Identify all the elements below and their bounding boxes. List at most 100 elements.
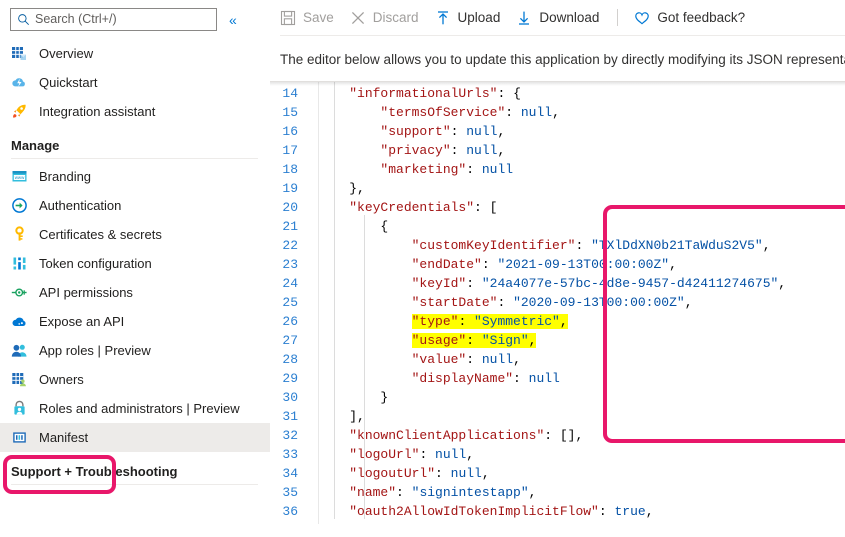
code-line[interactable]: 25 "startDate": "2020-09-13T00:00:00Z", [270, 293, 845, 312]
code-line[interactable]: 32 "knownClientApplications": [], [270, 426, 845, 445]
cloud-lightning-icon [12, 78, 25, 87]
line-number: 14 [282, 86, 298, 101]
azure-portal-blade: Search (Ctrl+/) « Overview Quickstart In… [0, 0, 845, 537]
got-feedback-button-label: Got feedback? [657, 9, 746, 25]
discard-button[interactable]: Discard [350, 10, 419, 26]
code-line[interactable]: 30 } [270, 388, 845, 407]
code-text: "logoutUrl": null, [349, 466, 490, 481]
sidebar-item-quickstart[interactable]: Quickstart [0, 68, 270, 97]
sidebar-group-support-troubleshooting: Support + Troubleshooting [11, 464, 178, 479]
code-line[interactable]: 34 "logoutUrl": null, [270, 464, 845, 483]
code-text: "support": null, [380, 124, 506, 139]
code-line[interactable]: 23 "endDate": "2021-09-13T00:00:00Z", [270, 255, 845, 274]
code-line[interactable]: 21 { [270, 217, 845, 236]
sidebar-item-overview[interactable]: Overview [0, 39, 270, 68]
code-line[interactable]: 28 "value": null, [270, 350, 845, 369]
sidebar-item-authentication[interactable]: Authentication [0, 191, 270, 220]
got-feedback-button[interactable]: Got feedback? [634, 10, 745, 26]
code-text: "endDate": "2021-09-13T00:00:00Z", [411, 257, 677, 272]
grid-overview-icon [12, 47, 26, 60]
code-text: "keyCredentials": [ [349, 200, 498, 215]
rocket-icon [13, 104, 26, 118]
sidebar-item-label: Certificates & secrets [39, 227, 162, 242]
lock-person-icon [14, 400, 25, 415]
save-disk-icon [280, 10, 296, 25]
sidebar-item-label: Manifest [39, 430, 89, 445]
code-line[interactable]: 22 "customKeyIdentifier": "TXlDdXN0b21Ta… [270, 236, 845, 255]
line-number: 17 [282, 143, 298, 158]
code-line[interactable]: 15 "termsOfService": null, [270, 103, 845, 122]
line-number: 21 [282, 219, 298, 234]
sidebar-item-roles-and-administrators[interactable]: Roles and administrators | Preview [0, 394, 270, 423]
code-line[interactable]: 35 "name": "signintestapp", [270, 483, 845, 502]
api-plug-icon [11, 288, 27, 297]
code-text: "name": "signintestapp", [349, 485, 537, 500]
code-text: "startDate": "2020-09-13T00:00:00Z", [411, 295, 693, 310]
indent-guide [364, 215, 365, 519]
editor-code-area[interactable]: 14 "informationalUrls": {15 "termsOfServ… [270, 82, 845, 521]
sidebar-divider [11, 484, 258, 485]
line-number: 28 [282, 352, 298, 367]
code-line[interactable]: 26 "type": "Symmetric", [270, 312, 845, 331]
sidebar-item-manifest[interactable]: Manifest [0, 423, 270, 452]
search-input[interactable]: Search (Ctrl+/) [10, 8, 217, 31]
save-button[interactable]: Save [280, 10, 334, 26]
heart-icon [635, 11, 650, 24]
code-text: "marketing": null [380, 162, 514, 177]
sidebar-item-integration-assistant[interactable]: Integration assistant [0, 97, 270, 126]
line-number: 27 [282, 333, 298, 348]
code-line[interactable]: 29 "displayName": null [270, 369, 845, 388]
download-button[interactable]: Download [516, 10, 599, 26]
sidebar-divider [11, 158, 258, 159]
code-line[interactable]: 19 }, [270, 179, 845, 198]
code-text: "type": "Symmetric", [411, 314, 568, 329]
line-number: 24 [282, 276, 298, 291]
sidebar-item-token-configuration[interactable]: Token configuration [0, 249, 270, 278]
sidebar-group-manage: Manage [11, 138, 60, 153]
code-line[interactable]: 14 "informationalUrls": { [270, 84, 845, 103]
json-editor[interactable]: 14 "informationalUrls": {15 "termsOfServ… [270, 81, 845, 524]
sidebar-item-expose-an-api[interactable]: Expose an API [0, 307, 270, 336]
code-text: "privacy": null, [380, 143, 506, 158]
line-number: 34 [282, 466, 298, 481]
code-text: "usage": "Sign", [411, 333, 537, 348]
collapse-pane-button[interactable]: « [229, 13, 237, 27]
code-line[interactable]: 31 ], [270, 407, 845, 426]
line-number: 22 [282, 238, 298, 253]
sidebar-item-owners[interactable]: Owners [0, 365, 270, 394]
blade-description: The editor below allows you to update th… [280, 52, 845, 67]
code-line[interactable]: 18 "marketing": null [270, 160, 845, 179]
code-text: "termsOfService": null, [380, 105, 560, 120]
sidebar-item-app-roles[interactable]: App roles | Preview [0, 336, 270, 365]
sliders-icon [12, 257, 27, 270]
code-text: "customKeyIdentifier": "TXlDdXN0b21TaWdu… [411, 238, 771, 253]
code-text: { [380, 219, 389, 234]
sidebar-item-label: Overview [39, 46, 94, 61]
code-line[interactable]: 33 "logoUrl": null, [270, 445, 845, 464]
line-number: 35 [282, 485, 298, 500]
upload-button[interactable]: Upload [435, 10, 500, 26]
sidebar-item-certificates-secrets[interactable]: Certificates & secrets [0, 220, 270, 249]
code-line[interactable]: 24 "keyId": "24a4077e-57bc-4d8e-9457-d42… [270, 274, 845, 293]
code-line[interactable]: 20 "keyCredentials": [ [270, 198, 845, 217]
manifest-blade-content: Save Discard Upload Download Got feedbac… [270, 0, 845, 537]
code-line[interactable]: 36 "oauth2AllowIdTokenImplicitFlow": tru… [270, 502, 845, 521]
people-icon [11, 344, 27, 357]
sidebar-item-label: API permissions [39, 285, 133, 300]
code-text: }, [349, 181, 365, 196]
sidebar-nav: Overview Quickstart Integration assistan… [0, 39, 270, 485]
code-text: "oauth2AllowIdTokenImplicitFlow": true, [349, 504, 654, 519]
code-line[interactable]: 16 "support": null, [270, 122, 845, 141]
sidebar-item-branding[interactable]: www Branding [0, 162, 270, 191]
command-toolbar: Save Discard Upload Download Got feedbac… [270, 0, 845, 35]
left-navigation-pane: Search (Ctrl+/) « Overview Quickstart In… [0, 0, 270, 537]
code-text: "knownClientApplications": [], [349, 428, 584, 443]
sidebar-item-api-permissions[interactable]: API permissions [0, 278, 270, 307]
line-number: 25 [282, 295, 298, 310]
code-line[interactable]: 17 "privacy": null, [270, 141, 845, 160]
line-number: 15 [282, 105, 298, 120]
code-text: "value": null, [411, 352, 521, 367]
sidebar-item-label: Quickstart [39, 75, 98, 90]
code-line[interactable]: 27 "usage": "Sign", [270, 331, 845, 350]
sidebar-item-label: App roles | Preview [39, 343, 151, 358]
